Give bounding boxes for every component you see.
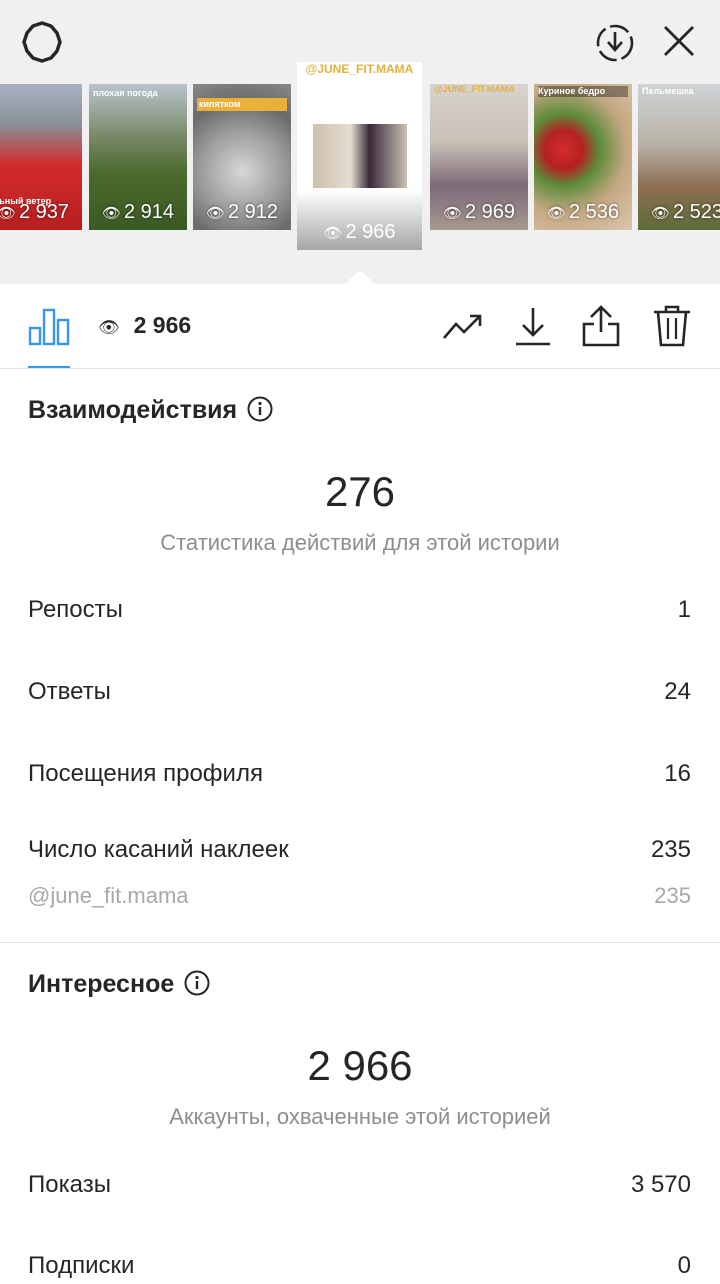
stat-label: Ответы [28, 678, 111, 705]
stat-value: 16 [664, 760, 691, 787]
eye-icon: 👁 [442, 205, 462, 222]
story-thumbnail[interactable]: плохая погода 👁 2 914 [89, 84, 187, 230]
active-story-pointer [344, 270, 376, 285]
close-icon[interactable] [660, 22, 698, 60]
stat-label: Число касаний наклеек [28, 836, 289, 863]
insights-toolbar: 👁 2 966 [0, 284, 720, 369]
interactions-total: 276 [324, 468, 396, 515]
interactions-subtitle: Статистика действий для этой истории [160, 530, 560, 555]
story-thumbnail[interactable]: Куриное бедро 👁 2 536 [534, 84, 632, 230]
stat-row-replies: Ответы 24 [28, 678, 691, 710]
stat-row-sticker-taps: Число касаний наклеек 235 [28, 836, 691, 868]
stat-value: 24 [664, 678, 691, 705]
stat-row-profile-visits: Посещения профиля 16 [28, 760, 691, 792]
thumbnail-views: 👁 2 937 [0, 201, 82, 224]
stat-label: Подписки [28, 1252, 135, 1279]
eye-icon: 👁 [101, 205, 121, 222]
stat-label: Показы [28, 1171, 111, 1198]
story-strip: ильный ветер 👁2 937 плохая погода 👁2 914… [0, 0, 720, 284]
info-icon[interactable] [184, 970, 210, 996]
eye-icon: 👁 [205, 205, 225, 222]
stat-row-reposts: Репосты 1 [28, 596, 691, 628]
thumbnail-views: 👁 2 969 [442, 201, 516, 223]
story-thumbnail[interactable]: кипятком 👁 2 912 [193, 84, 291, 230]
stat-value: 3 570 [630, 1171, 691, 1198]
stat-value: 0 [677, 1252, 691, 1279]
eye-icon: 👁 [323, 225, 343, 242]
stat-row-impressions: Показы 3 570 [28, 1171, 691, 1203]
eye-icon: 👁 [0, 205, 16, 222]
story-thumbnail[interactable]: ильный ветер 👁2 937 [0, 84, 82, 230]
thumbnail-caption: кипятком [197, 98, 287, 111]
story-thumbnail[interactable]: Пельмешка 👁 2 523 [638, 84, 720, 230]
thumbnail-caption: плохая погода [93, 88, 158, 98]
active-tab-indicator [28, 366, 70, 368]
stat-value: 1 [677, 596, 691, 623]
stat-row-follows: Подписки 0 [28, 1252, 691, 1284]
sticker-handle[interactable]: @june_fit.mama [28, 883, 189, 909]
download-circle-icon[interactable] [594, 22, 636, 64]
eye-icon: 👁 [98, 318, 120, 337]
thumbnail-caption: Пельмешка [642, 86, 694, 96]
eye-icon: 👁 [650, 205, 670, 222]
thumbnail-caption: Куриное бедро [538, 86, 628, 97]
discovery-total: 2 966 [307, 1042, 413, 1089]
stat-value: 235 [654, 883, 691, 908]
story-thumbnail[interactable]: @JUNE_FIT.MAMA 👁 2 969 [430, 84, 528, 230]
views-count: 👁 2 966 [98, 312, 192, 338]
story-photo [313, 124, 407, 188]
share-icon[interactable] [580, 304, 622, 348]
thumbnail-caption: @JUNE_FIT.MAMA [434, 84, 515, 94]
bar-chart-icon[interactable] [28, 306, 70, 346]
stat-value: 235 [650, 836, 691, 863]
section-divider [0, 942, 720, 943]
eye-icon: 👁 [546, 205, 566, 222]
trash-icon[interactable] [651, 304, 693, 348]
stat-label: Репосты [28, 596, 123, 623]
interactions-title: Взаимодействия [28, 396, 273, 425]
story-handle: @JUNE_FIT.MAMA [305, 62, 414, 76]
download-icon[interactable] [512, 304, 554, 348]
discovery-title: Интересное [28, 970, 210, 999]
settings-icon[interactable] [20, 20, 64, 64]
thumbnail-views: 👁 2 912 [205, 201, 279, 223]
active-story-thumbnail[interactable]: @JUNE_FIT.MAMA 👁 2 966 [297, 62, 422, 250]
thumbnail-views: 👁 2 523 [650, 201, 720, 223]
stat-label: Посещения профиля [28, 760, 263, 787]
thumbnail-views: 👁 2 914 [101, 201, 175, 223]
trend-icon[interactable] [442, 304, 484, 348]
info-icon[interactable] [247, 396, 273, 422]
thumbnail-views: 👁 2 536 [546, 201, 620, 223]
thumbnail-views: 👁 2 966 [323, 221, 396, 243]
discovery-subtitle: Аккаунты, охваченные этой историей [169, 1104, 551, 1129]
stat-row-sticker-mention[interactable]: @june_fit.mama 235 [28, 883, 691, 915]
